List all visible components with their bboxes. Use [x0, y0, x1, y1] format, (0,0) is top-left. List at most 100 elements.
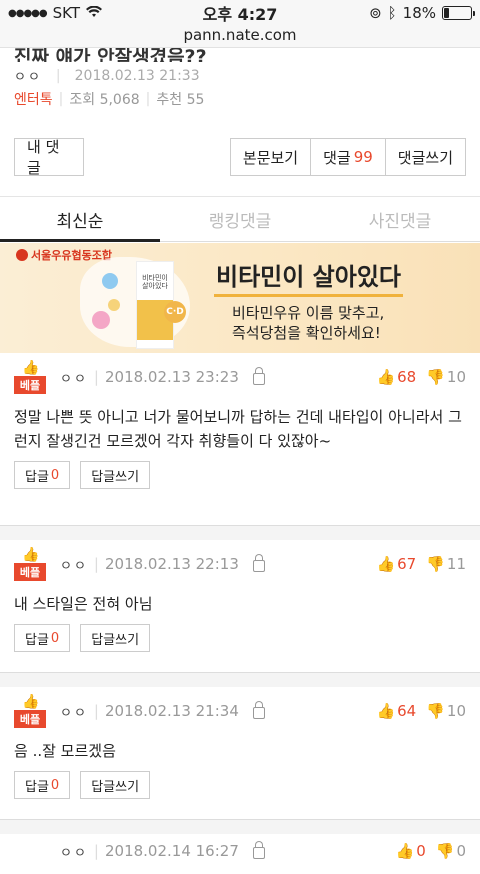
ad-line-1: 비타민우유 이름 맞추고, — [232, 304, 385, 322]
comment-toolbar: 내 댓글 본문보기 댓글 99 댓글쓰기 — [14, 138, 466, 177]
write-reply-button[interactable]: 답글쓰기 — [80, 624, 151, 652]
downvote-button[interactable]: 👎 10 — [426, 702, 466, 720]
reply-count: 0 — [50, 630, 60, 646]
carton-label: 비타민이 살아있다 — [142, 274, 168, 290]
url-bar[interactable]: pann.nate.com — [0, 26, 480, 48]
comment-votes: 👍 68 👎 10 — [376, 368, 466, 386]
downvote-count: 10 — [446, 368, 466, 386]
comment-date: 2018.02.13 21:34 — [104, 702, 239, 720]
comment-author: ㅇㅇ — [60, 371, 88, 387]
lock-icon — [252, 367, 265, 385]
article-category[interactable]: 엔터톡 — [14, 89, 53, 109]
divider: | — [93, 555, 99, 573]
article-author: ㅇㅇ — [14, 70, 42, 85]
downvote-button[interactable]: 👎 10 — [426, 368, 466, 386]
article-meta: ㅇㅇ | 2018.02.13 21:33 — [14, 66, 466, 86]
ad-banner[interactable]: 서울우유협동조합 비타민이 살아있다 C·D 비타민이 살아있다 비타민우유 이… — [0, 243, 480, 353]
best-badge-label: 베플 — [14, 376, 46, 394]
comment-date: 2018.02.13 23:23 — [104, 368, 239, 386]
comment-author: ㅇㅇ — [60, 558, 88, 574]
downvote-count: 0 — [456, 842, 466, 860]
upvote-button[interactable]: 👍 0 — [396, 842, 426, 860]
thumbs-up-icon: 👍 — [22, 547, 40, 563]
rotation-lock-icon: ⊚ — [369, 4, 382, 22]
signal-icon: ●●●●● — [8, 7, 48, 19]
divider: | — [58, 91, 64, 107]
upvote-count: 64 — [397, 702, 417, 720]
comment-actions: 답글 0 답글쓰기 — [14, 624, 466, 666]
reply-label: 답글 — [25, 632, 49, 648]
tab-photo[interactable]: 사진댓글 — [320, 197, 480, 241]
thumbs-down-icon: 👎 — [435, 842, 455, 860]
status-time: 오후 4:27 — [202, 5, 278, 24]
write-reply-button[interactable]: 답글쓰기 — [80, 771, 151, 799]
reply-count-button[interactable]: 답글 0 — [14, 461, 71, 489]
comment-author: ㅇㅇ — [60, 845, 88, 861]
best-comment-badge: 👍 베플 — [14, 360, 46, 394]
reply-count-button[interactable]: 답글 0 — [14, 624, 71, 652]
upvote-button[interactable]: 👍 67 — [376, 555, 416, 573]
tab-latest[interactable]: 최신순 — [0, 197, 160, 242]
battery-percent: 18% — [402, 4, 436, 22]
comment-actions: 답글 0 답글쓰기 — [14, 771, 466, 813]
downvote-button[interactable]: 👎 0 — [436, 842, 466, 860]
best-comment-badge: 👍 베플 — [14, 694, 46, 728]
best-badge-label: 베플 — [14, 710, 46, 728]
article-title: 진짜 얘가 안잘생겼음?? — [14, 48, 207, 62]
write-comment-button[interactable]: 댓글쓰기 — [385, 138, 466, 176]
lock-icon — [252, 841, 265, 859]
comment-actions: 답글 0 답글쓰기 — [14, 461, 466, 503]
ad-line-2: 즉석당첨을 확인하세요! — [232, 324, 381, 342]
divider: | — [145, 91, 151, 107]
comments-count: 99 — [353, 148, 373, 166]
thumbs-up-icon: 👍 — [376, 555, 396, 573]
lock-icon — [252, 701, 265, 719]
ad-subtitle: 비타민우유 이름 맞추고, 즉석당첨을 확인하세요! — [232, 303, 384, 343]
status-right: ⊚ ᛒ 18% — [312, 4, 475, 22]
best-badge-label: 베플 — [14, 563, 46, 581]
reply-count-button[interactable]: 답글 0 — [14, 771, 71, 799]
reply-label: 답글 — [25, 469, 49, 485]
comment-header: 👍 베플 ㅇㅇ | 2018.02.13 22:13 👍 67 👎 11 — [14, 540, 466, 588]
divider: | — [55, 67, 61, 84]
divider: | — [93, 842, 99, 860]
vitamin-bubble-icon — [108, 299, 120, 311]
comment-text: 내 스타일은 전혀 아님 — [14, 595, 153, 613]
upvote-button[interactable]: 👍 64 — [376, 702, 416, 720]
article-recommends: 추천 55 — [156, 92, 205, 108]
bluetooth-icon: ᛒ — [387, 4, 397, 22]
upvote-count: 67 — [397, 555, 417, 573]
my-comments-button[interactable]: 내 댓글 — [14, 138, 84, 177]
brand-logo-icon — [16, 249, 28, 261]
upvote-count: 0 — [416, 842, 426, 860]
comment-text: 정말 나쁜 뜻 아니고 너가 물어보니까 답하는 건데 내타입이 아니라서 그런… — [14, 408, 462, 450]
downvote-count: 10 — [446, 702, 466, 720]
comment-header: 👍 베플 ㅇㅇ | 2018.02.13 23:23 👍 68 👎 10 — [14, 353, 466, 401]
vitamin-bubble-icon — [102, 273, 118, 289]
thumbs-down-icon: 👎 — [426, 702, 445, 720]
article-stats: 엔터톡 | 조회 5,068 | 추천 55 — [14, 89, 466, 109]
comment-text: 음 ..잘 모르겠음 — [14, 742, 116, 760]
downvote-count: 11 — [446, 555, 466, 573]
reply-count: 0 — [50, 777, 60, 793]
battery-fill — [444, 8, 450, 18]
downvote-button[interactable]: 👎 11 — [426, 555, 466, 573]
write-reply-button[interactable]: 답글쓰기 — [80, 461, 151, 489]
comment-item: 👍 베플 ㅇㅇ | 2018.02.13 21:34 👍 64 👎 10 음 ..잘… — [0, 687, 480, 820]
thumbs-up-icon: 👍 — [376, 702, 396, 720]
comment-votes: 👍 64 👎 10 — [376, 702, 466, 720]
comment-author: ㅇㅇ — [60, 705, 88, 721]
comment-header: 👍 베플 ㅇㅇ | 2018.02.13 21:34 👍 64 👎 10 — [14, 687, 466, 735]
comments-button[interactable]: 댓글 99 — [311, 138, 386, 176]
status-left: ●●●●● SKT — [8, 4, 168, 22]
comment-votes: 👍 67 👎 11 — [376, 555, 466, 573]
tab-ranking[interactable]: 랭킹댓글 — [160, 197, 320, 241]
view-post-button[interactable]: 본문보기 — [229, 138, 312, 176]
thumbs-up-icon: 👍 — [22, 360, 40, 376]
carrier-label: SKT — [52, 4, 80, 22]
comments-label: 댓글 — [323, 148, 351, 167]
upvote-button[interactable]: 👍 68 — [376, 368, 416, 386]
comment-button-group: 본문보기 댓글 99 댓글쓰기 — [229, 138, 466, 176]
thumbs-down-icon: 👎 — [426, 368, 445, 386]
thumbs-up-icon: 👍 — [22, 694, 40, 710]
